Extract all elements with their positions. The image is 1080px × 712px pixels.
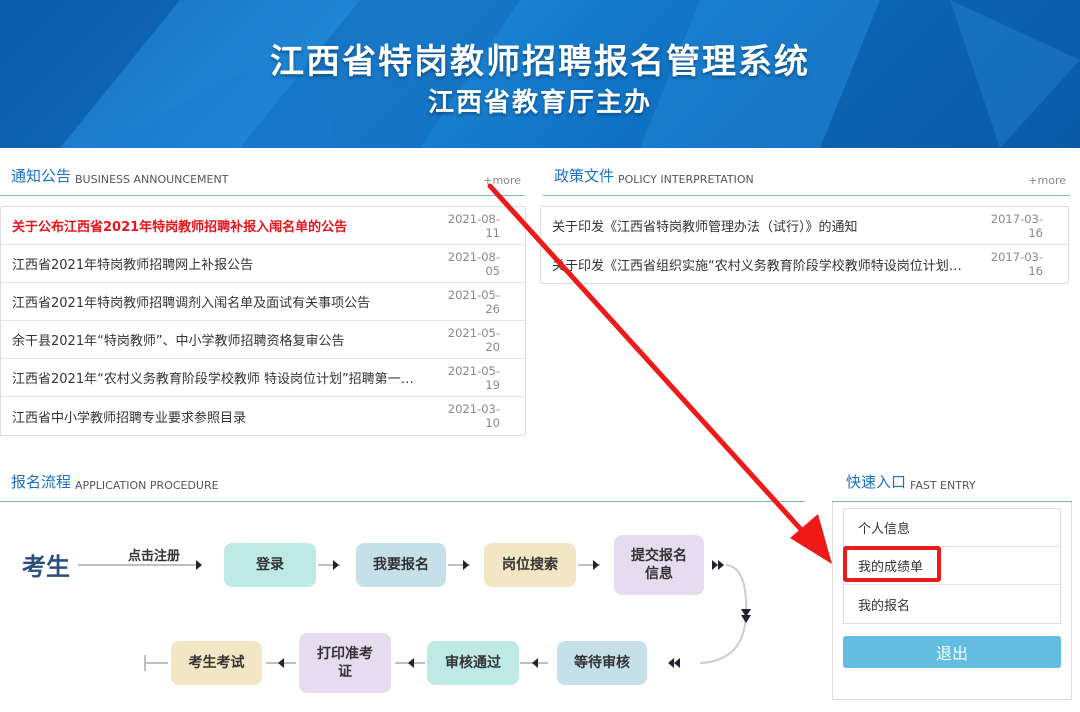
procedure-title-en: APPLICATION PROCEDURE [75,479,219,492]
step-print-ticket: 打印准考证 [299,633,391,693]
procedure-title: 报名流程 [11,473,72,491]
item-date: 2021-08-05 [447,249,500,278]
quick-item-my-application[interactable]: 我的报名 [844,585,1060,623]
item-date: 2021-05-26 [447,287,500,316]
logout-button[interactable]: 退出 [843,636,1061,668]
list-item[interactable]: 关于印发《江西省组织实施“农村义务教育阶段学校教师特设岗位计划”… 2017-0… [541,245,1068,283]
list-item[interactable]: 江西省中小学教师招聘专业要求参照目录 2021-03-10 [1,397,525,435]
list-item[interactable]: 余干县2021年“特岗教师”、中小学教师招聘资格复审公告 2021-05-20 [1,321,525,359]
announcements-list: 关于公布江西省2021年特岗教师招聘补报入闱名单的公告 2021-08-11 江… [0,206,526,436]
list-item[interactable]: 关于印发《江西省特岗教师管理办法（试行）》的通知 2017-03-16 [541,207,1068,245]
step-submit: 提交报名信息 [614,535,704,595]
item-title: 关于公布江西省2021年特岗教师招聘补报入闱名单的公告 [12,220,348,235]
item-title: 关于印发《江西省特岗教师管理办法（试行）》的通知 [552,220,858,235]
step-login: 登录 [224,543,316,587]
list-item[interactable]: 关于公布江西省2021年特岗教师招聘补报入闱名单的公告 2021-08-11 [1,207,525,245]
item-title: 江西省中小学教师招聘专业要求参照目录 [12,410,247,426]
item-title: 江西省2021年“农村义务教育阶段学校教师 特设岗位计划”招聘第一批… [12,372,424,387]
quick-item-my-scores[interactable]: 我的成绩单 [844,547,1060,585]
header-banner: 江西省特岗教师招聘报名管理系统 江西省教育厅主办 [0,0,1080,148]
item-date: 2021-03-10 [447,402,500,430]
item-date: 2017-03-16 [990,211,1043,240]
policy-list: 关于印发《江西省特岗教师管理办法（试行）》的通知 2017-03-16 关于印发… [540,206,1069,284]
policy-header: 政策文件 POLICY INTERPRETATION +more [543,156,1070,196]
policy-title: 政策文件 [554,167,615,185]
step-position-search: 岗位搜索 [484,543,576,587]
step-approved: 审核通过 [427,641,519,685]
step-exam: 考生考试 [171,641,262,685]
policy-title-en: POLICY INTERPRETATION [618,173,754,186]
item-date: 2021-05-20 [447,325,500,354]
announcements-title: 通知公告 [11,167,72,185]
announcements-header: 通知公告 BUSINESS ANNOUNCEMENT +more [0,156,525,196]
step-wait-review: 等待审核 [557,641,647,685]
procedure-header: 报名流程 APPLICATION PROCEDURE [0,462,805,502]
quick-entry-list: 个人信息 我的成绩单 我的报名 [843,508,1061,624]
announcements-more-link[interactable]: +more [483,174,521,187]
item-date: 2021-08-11 [447,211,500,240]
item-date: 2021-05-19 [447,363,500,392]
item-date: 2017-03-16 [990,250,1043,278]
page-title: 江西省特岗教师招聘报名管理系统 [270,42,810,82]
list-item[interactable]: 江西省2021年“农村义务教育阶段学校教师 特设岗位计划”招聘第一批… 2021… [1,359,525,397]
flow-click-register: 点击注册 [128,549,181,564]
item-title: 关于印发《江西省组织实施“农村义务教育阶段学校教师特设岗位计划”… [552,258,967,274]
quick-entry-panel: 个人信息 我的成绩单 我的报名 退出 [832,502,1072,700]
item-title: 江西省2021年特岗教师招聘网上补报公告 [12,258,254,273]
step-apply: 我要报名 [356,543,446,587]
procedure-flow: 考生 点击注册 登录 我要报名 岗位搜索 提交报名信息 等待审核 审核通过 打印… [0,505,810,705]
item-title: 江西省2021年特岗教师招聘调剂入闱名单及面试有关事项公告 [12,296,371,311]
flow-start-label: 考生 [22,553,70,581]
policy-more-link[interactable]: +more [1028,174,1066,187]
quick-entry-header: 快速入口 FAST ENTRY [832,462,1072,502]
announcements-title-en: BUSINESS ANNOUNCEMENT [75,173,229,186]
list-item[interactable]: 江西省2021年特岗教师招聘网上补报公告 2021-08-05 [1,245,525,283]
item-title: 余干县2021年“特岗教师”、中小学教师招聘资格复审公告 [12,334,345,349]
list-item[interactable]: 江西省2021年特岗教师招聘调剂入闱名单及面试有关事项公告 2021-05-26 [1,283,525,321]
page-subtitle: 江西省教育厅主办 [427,88,652,118]
quick-item-personal-info[interactable]: 个人信息 [844,509,1060,547]
quick-entry-title: 快速入口 [846,473,907,491]
quick-entry-title-en: FAST ENTRY [910,479,976,492]
